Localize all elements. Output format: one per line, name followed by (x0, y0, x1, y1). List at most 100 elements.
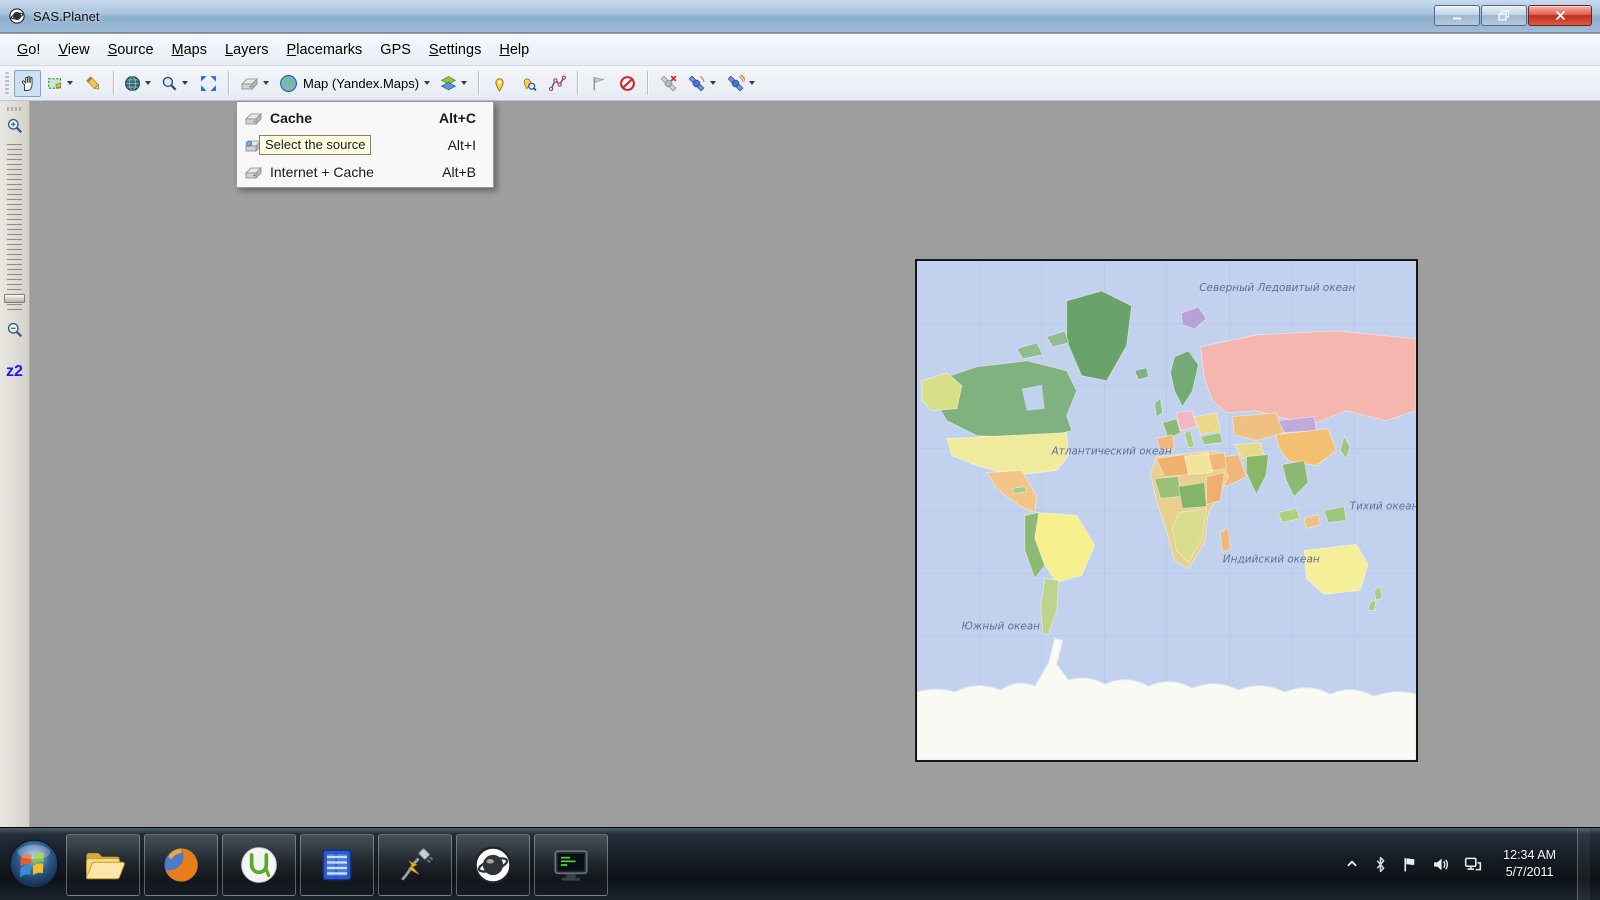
zoom-tool-button[interactable] (158, 70, 193, 97)
layers-button[interactable] (437, 70, 472, 97)
toolbar-separator (113, 71, 115, 95)
menu-item-settings[interactable]: Settings (420, 37, 490, 63)
clock-time: 12:34 AM (1503, 847, 1556, 864)
chevron-down-icon[interactable] (461, 81, 467, 85)
menu-item-cache[interactable]: Cache Alt+C (238, 104, 492, 131)
select-source-tooltip: Select the source (259, 135, 371, 155)
chevron-down-icon[interactable] (749, 81, 755, 85)
source-mode-button[interactable] (236, 70, 274, 97)
zoom-in-button[interactable] (6, 117, 24, 135)
gps-track-button[interactable] (723, 70, 760, 97)
menu-item-internet[interactable]: Select the source Alt+I (238, 131, 492, 158)
menu-item-view[interactable]: View (49, 37, 98, 63)
title-bar[interactable]: SAS.Planet (0, 0, 1600, 33)
menu-item-layers[interactable]: Layers (216, 37, 278, 63)
window-title: SAS.Planet (33, 9, 100, 24)
tray-network-button[interactable] (1464, 856, 1482, 872)
menu-item-internet-cache[interactable]: Internet + Cache Alt+B (238, 158, 492, 185)
firefox-icon (159, 843, 203, 887)
ocean-label-pacific: Тихий океан (1350, 501, 1416, 513)
taskbar-server-app-button[interactable] (300, 834, 374, 896)
menu-item-label: ettings (439, 42, 482, 58)
menu-item-label: elp (510, 42, 529, 58)
menu-item-source[interactable]: Source (99, 37, 163, 63)
tray-volume-button[interactable] (1432, 857, 1449, 872)
select-region-icon (46, 75, 63, 92)
flag-button[interactable] (585, 70, 612, 97)
close-button[interactable] (1528, 5, 1592, 26)
taskbar: 12:34 AM 5/7/2011 (0, 827, 1600, 900)
ocean-label-southern: Южный океан (962, 620, 1041, 632)
internet-cache-drive-icon (243, 164, 267, 180)
taskbar-connection-app-button[interactable] (378, 834, 452, 896)
restore-button[interactable] (1481, 5, 1527, 26)
menu-item-shortcut: Alt+B (442, 164, 486, 180)
map-type-selector[interactable]: Map (Yandex.Maps) (276, 70, 435, 97)
toolbar-separator (478, 71, 480, 95)
gps-connect-button[interactable] (684, 70, 721, 97)
menu-item-label: G (17, 42, 28, 58)
chevron-down-icon[interactable] (67, 81, 73, 85)
chevron-down-icon[interactable] (424, 81, 430, 85)
world-map: Северный Ледовитый океан Атлантический о… (917, 261, 1416, 760)
toolbar-grip[interactable] (5, 72, 9, 94)
menu-item-label: lacemarks (296, 42, 362, 58)
minimize-icon (1451, 11, 1463, 21)
zoom-out-button[interactable] (6, 321, 24, 339)
menu-item-label: V (58, 42, 67, 58)
tray-expand-button[interactable] (1345, 857, 1359, 871)
taskbar-utorrent-button[interactable] (222, 834, 296, 896)
tray-clock[interactable]: 12:34 AM 5/7/2011 (1503, 847, 1556, 881)
pan-tool-button[interactable] (14, 70, 41, 97)
magnifier-icon (161, 75, 178, 92)
pencil-icon (85, 75, 102, 92)
menu-item-gps[interactable]: GPS (371, 37, 420, 63)
zoom-slider[interactable] (7, 144, 22, 312)
zoom-slider-handle[interactable] (4, 294, 25, 303)
taskbar-sasplanet-button[interactable] (456, 834, 530, 896)
taskbar-console-button[interactable] (534, 834, 608, 896)
chevron-down-icon[interactable] (145, 81, 151, 85)
folder-icon (81, 843, 125, 887)
menu-item-label: M (172, 42, 184, 58)
zoom-panel-grip[interactable] (7, 107, 23, 111)
path-tool-button[interactable] (544, 70, 571, 97)
chevron-down-icon[interactable] (263, 81, 269, 85)
menu-item-help[interactable]: Help (490, 37, 538, 63)
full-extent-button[interactable] (195, 70, 222, 97)
zoom-panel: z2 (0, 101, 30, 827)
menu-item-placemarks[interactable]: Placemarks (278, 37, 372, 63)
sas-planet-icon (471, 843, 515, 887)
menu-item-shortcut: Alt+C (439, 110, 486, 126)
ocean-label-indian: Индийский океан (1223, 553, 1320, 565)
route-path-icon (549, 75, 566, 92)
chevron-down-icon[interactable] (710, 81, 716, 85)
gps-disconnect-button[interactable] (655, 70, 682, 97)
menu-item-label: aps (184, 42, 207, 58)
menu-item-maps[interactable]: Maps (163, 37, 216, 63)
cancel-download-button[interactable] (614, 70, 641, 97)
add-placemark-button[interactable] (486, 70, 513, 97)
find-placemark-button[interactable] (515, 70, 542, 97)
globe-view-button[interactable] (121, 70, 156, 97)
tray-bluetooth-button[interactable] (1374, 856, 1387, 873)
cache-drive-icon (239, 75, 259, 91)
taskbar-explorer-button[interactable] (66, 834, 140, 896)
menu-item-label: ayers (233, 42, 268, 58)
chevron-down-icon[interactable] (182, 81, 188, 85)
measure-tool-button[interactable] (80, 70, 107, 97)
menu-item-go[interactable]: Go! (8, 37, 49, 63)
tray-action-center-button[interactable] (1402, 856, 1417, 873)
selection-tool-button[interactable] (43, 70, 78, 97)
restore-icon (1498, 10, 1510, 21)
start-button[interactable] (4, 831, 64, 897)
minimize-button[interactable] (1434, 5, 1480, 26)
gps-off-icon (659, 74, 678, 93)
toolbar-separator (228, 71, 230, 95)
gps-satellite-icon (687, 74, 706, 93)
map-view[interactable]: Северный Ледовитый океан Атлантический о… (915, 259, 1418, 762)
taskbar-firefox-button[interactable] (144, 834, 218, 896)
menu-item-label: o! (28, 42, 40, 58)
show-desktop-button[interactable] (1577, 828, 1590, 900)
windows-logo-icon (8, 838, 60, 890)
